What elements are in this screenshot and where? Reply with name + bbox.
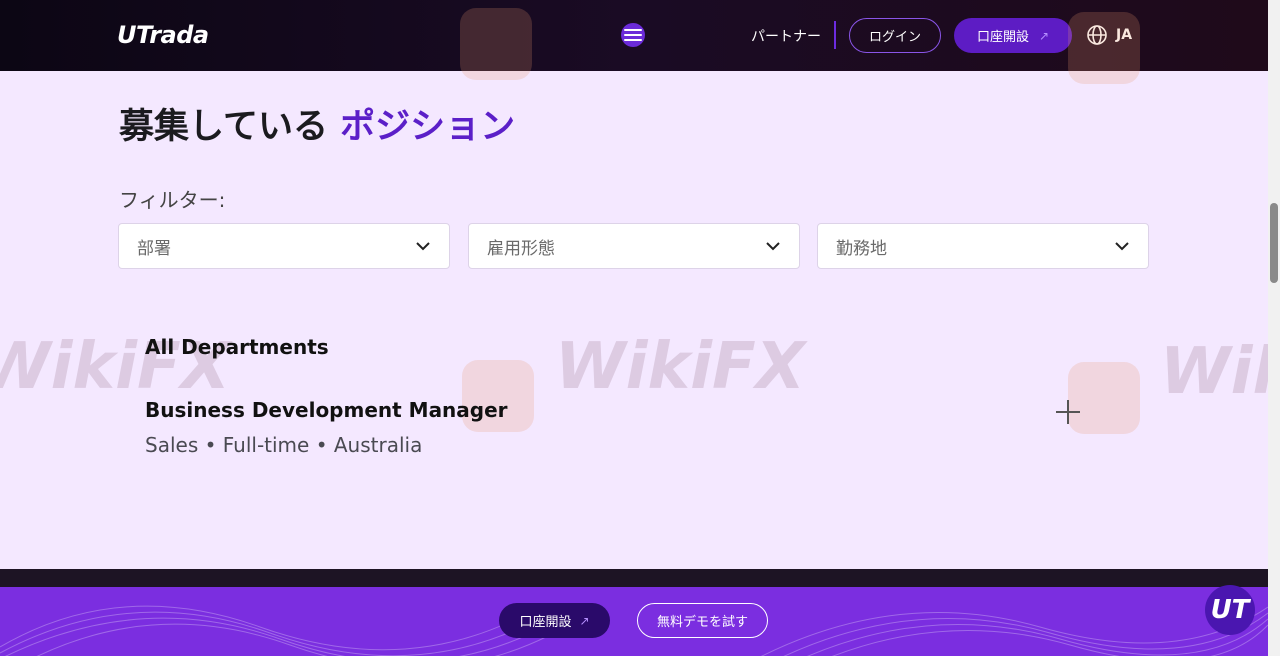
watermark-text: WikiFX: [1160, 335, 1280, 409]
department-select-placeholder: 部署: [137, 238, 171, 259]
chat-badge[interactable]: UT: [1205, 585, 1255, 635]
chevron-down-icon: [1115, 242, 1129, 251]
page-title-main: 募集している: [119, 107, 328, 147]
chevron-down-icon: [416, 242, 430, 251]
sticky-cta-bar: 口座開設 ↗ 無料デモを試す: [0, 587, 1268, 656]
login-button[interactable]: ログイン: [849, 18, 941, 53]
watermark-text: WikiFX: [555, 330, 806, 404]
job-title[interactable]: Business Development Manager: [145, 398, 508, 422]
brand-logo[interactable]: UTrada: [117, 21, 209, 49]
plus-icon[interactable]: [1055, 399, 1081, 425]
open-account-button[interactable]: 口座開設 ↗: [954, 18, 1072, 53]
nav-link-partner[interactable]: パートナー: [751, 26, 821, 46]
employment-type-select[interactable]: 雇用形態: [468, 223, 800, 269]
filter-label: フィルター:: [119, 188, 226, 212]
page-title: 募集している ポジション: [119, 98, 515, 149]
footer-open-account-label: 口座開設: [519, 615, 572, 630]
wave-pattern: [0, 605, 1268, 656]
job-meta: Sales • Full-time • Australia: [145, 433, 423, 457]
globe-icon: [1087, 25, 1107, 45]
location-select-placeholder: 勤務地: [836, 238, 887, 259]
location-select[interactable]: 勤務地: [817, 223, 1149, 269]
page-scrollbar[interactable]: [1268, 0, 1280, 656]
chevron-down-icon: [766, 242, 780, 251]
employment-type-select-placeholder: 雇用形態: [487, 238, 555, 259]
arrow-up-right-icon: ↗: [1038, 28, 1050, 43]
department-heading: All Departments: [145, 335, 329, 359]
footer-open-account-button[interactable]: 口座開設 ↗: [499, 603, 610, 638]
free-demo-button[interactable]: 無料デモを試す: [637, 603, 768, 638]
site-header: UTrada パートナー ログイン 口座開設 ↗ JA: [0, 0, 1268, 71]
scrollbar-thumb[interactable]: [1270, 203, 1278, 283]
footer-divider: [0, 569, 1268, 587]
nav-divider: [834, 21, 836, 49]
language-code: JA: [1116, 27, 1133, 43]
arrow-up-right-icon: ↗: [579, 613, 590, 628]
language-selector[interactable]: JA: [1086, 24, 1132, 46]
menu-toggle-icon[interactable]: [621, 23, 645, 47]
department-select[interactable]: 部署: [118, 223, 450, 269]
open-account-label: 口座開設: [976, 30, 1029, 45]
page-title-accent: ポジション: [340, 107, 516, 147]
